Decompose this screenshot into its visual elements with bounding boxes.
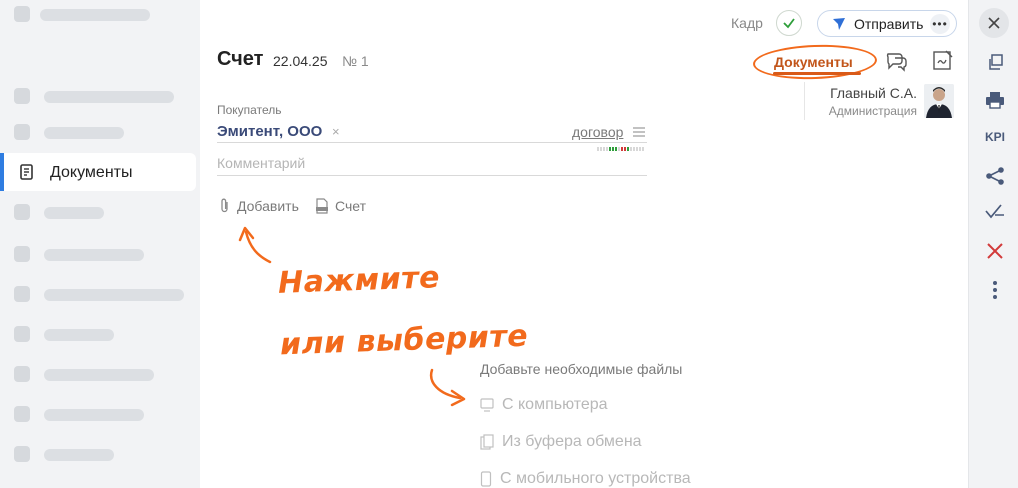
add-attachment-label: Добавить <box>237 198 299 214</box>
person-avatar-icon <box>924 84 954 118</box>
contract-link[interactable]: договор <box>572 124 623 140</box>
route-button[interactable] <box>984 201 1006 223</box>
xml-file-icon <box>316 198 328 214</box>
sidebar-blurred-item <box>44 249 144 261</box>
sidebar-blurred-item <box>44 409 144 421</box>
sidebar-blurred-icon <box>14 326 30 342</box>
sidebar-blurred-item <box>44 289 184 301</box>
hint-text-or-choose: или выберите <box>279 318 529 363</box>
reliability-indicator[interactable] <box>597 147 644 151</box>
buyer-field-underline <box>217 142 647 143</box>
sidebar-blurred-item <box>44 207 104 219</box>
delete-cross-icon <box>987 243 1003 259</box>
author-name[interactable]: Главный С.А. <box>820 85 917 101</box>
print-button[interactable] <box>984 89 1006 111</box>
left-sidebar: Документы <box>0 0 200 488</box>
document-date[interactable]: 22.04.25 <box>273 53 328 69</box>
add-attachment-button[interactable]: Добавить <box>219 198 299 214</box>
page-title: Счет <box>217 48 264 70</box>
check-arrow-icon <box>985 204 1004 219</box>
share-button[interactable] <box>984 165 1006 187</box>
sidebar-blurred-item <box>44 91 174 103</box>
close-icon <box>988 17 1000 29</box>
upload-from-mobile-label: С мобильного устройства <box>500 470 691 487</box>
sidebar-blurred-item <box>44 127 124 139</box>
comment-underline <box>217 175 647 176</box>
delete-button[interactable] <box>984 240 1006 262</box>
monitor-icon <box>480 398 494 412</box>
paperclip-icon <box>221 198 228 213</box>
menu-lines-icon[interactable] <box>633 127 645 137</box>
paste-from-clipboard-label: Из буфера обмена <box>502 433 642 450</box>
sidebar-blurred-icon <box>14 446 30 462</box>
frame-label: Кадр <box>731 15 763 31</box>
xml-invoice-label: Счет <box>335 198 366 214</box>
documents-icon <box>20 164 33 180</box>
kpi-button[interactable]: KPI <box>981 130 1009 144</box>
vertical-dots-icon <box>993 281 997 299</box>
sidebar-blurred-item <box>40 9 150 21</box>
sidebar-blurred-icon <box>14 246 30 262</box>
tab-active-underline <box>773 72 861 75</box>
hint-text-press: Нажмите <box>277 260 441 301</box>
sidebar-blurred-icon <box>14 286 30 302</box>
chat-icon[interactable] <box>884 50 908 72</box>
sidebar-blurred-icon <box>14 204 30 220</box>
clear-buyer-button[interactable]: × <box>332 124 340 139</box>
signature-icon[interactable] <box>931 48 955 72</box>
sidebar-logo-icon <box>14 6 30 22</box>
sidebar-blurred-item <box>44 329 114 341</box>
buyer-label: Покупатель <box>217 103 282 117</box>
tab-documents[interactable]: Документы <box>774 54 853 70</box>
send-button[interactable]: Отправить ••• <box>817 10 957 37</box>
copy-button[interactable] <box>984 51 1006 73</box>
frame-check-button[interactable] <box>776 10 802 36</box>
sidebar-blurred-icon <box>14 124 30 140</box>
sidebar-blurred-item <box>44 369 154 381</box>
paste-from-clipboard[interactable]: Из буфера обмена <box>480 433 642 451</box>
upload-from-computer[interactable]: С компьютера <box>480 396 608 414</box>
close-button[interactable] <box>979 8 1009 38</box>
sidebar-blurred-icon <box>14 88 30 104</box>
mobile-phone-icon <box>480 471 492 487</box>
send-button-label: Отправить <box>854 15 924 32</box>
sidebar-blurred-icon <box>14 366 30 382</box>
sidebar-blurred-item <box>44 449 114 461</box>
upload-from-computer-label: С компьютера <box>502 396 608 413</box>
document-card: Кадр Отправить ••• Счет 22.04.25 № 1 Док… <box>200 0 968 488</box>
buyer-field[interactable]: Эмитент, ООО <box>217 123 322 140</box>
upload-from-mobile[interactable]: С мобильного устройства <box>480 470 691 488</box>
avatar[interactable] <box>924 84 954 118</box>
more-actions-button[interactable] <box>984 279 1006 301</box>
sidebar-blurred-icon <box>14 406 30 422</box>
share-icon <box>986 167 1004 185</box>
check-icon <box>783 18 795 29</box>
right-toolbar: KPI <box>968 0 1018 488</box>
clipboard-icon <box>480 434 494 450</box>
sidebar-item-label: Документы <box>50 164 133 181</box>
sidebar-active-indicator <box>0 153 4 191</box>
send-icon <box>833 17 845 30</box>
more-options-button[interactable]: ••• <box>930 14 950 34</box>
xml-invoice-button[interactable]: Счет <box>315 198 366 214</box>
author-role: Администрация <box>828 104 917 118</box>
document-number[interactable]: № 1 <box>342 53 369 69</box>
comment-input[interactable]: Комментарий <box>217 155 305 171</box>
drop-title: Добавьте необходимые файлы <box>480 361 683 377</box>
author-divider <box>804 82 805 120</box>
copy-icon <box>989 54 1003 70</box>
printer-icon <box>986 92 1004 109</box>
